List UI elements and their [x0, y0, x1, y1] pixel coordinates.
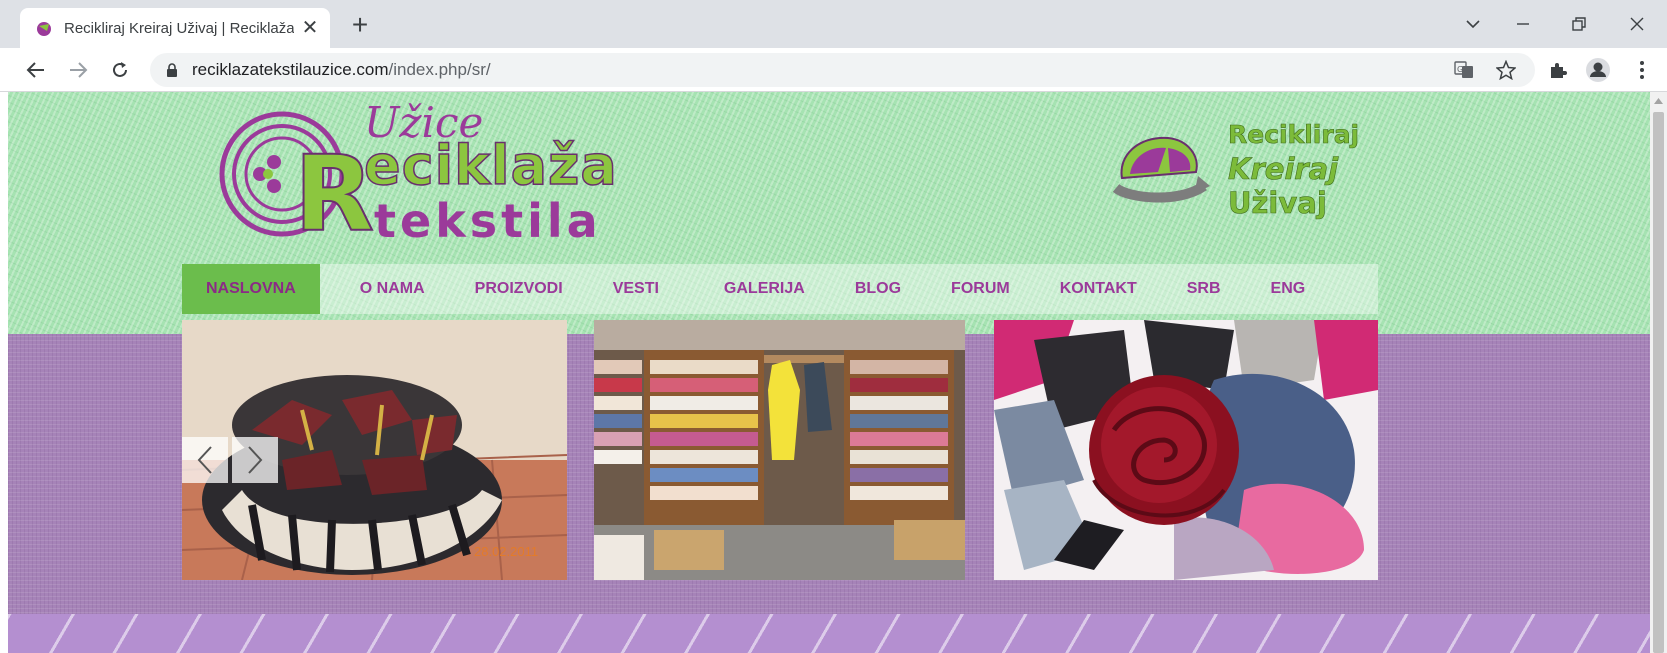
minimize-icon[interactable]: [1508, 10, 1538, 38]
reload-icon[interactable]: [106, 56, 134, 84]
close-window-icon[interactable]: [1622, 10, 1652, 38]
back-arrow-icon[interactable]: [22, 56, 50, 84]
new-tab-button[interactable]: +: [346, 11, 374, 40]
scroll-up-arrow-icon[interactable]: [1650, 92, 1667, 109]
logo-line-tekstila: tekstila: [374, 194, 602, 248]
slogan-logo: Recikliraj Kreiraj Uživaj: [1108, 118, 1360, 228]
url-host: reciklazatekstilauzice.com: [192, 60, 389, 79]
browser-tab[interactable]: Recikliraj Kreiraj Uživaj | Reciklaža ✕: [20, 8, 330, 48]
tab-title: Recikliraj Kreiraj Uživaj | Reciklaža: [64, 19, 294, 37]
site-logo[interactable]: Užice R eciklaža tekstila: [216, 98, 656, 248]
page-viewport: Užice R eciklaža tekstila Recikliraj Kre…: [0, 92, 1667, 653]
scrollbar-thumb[interactable]: [1653, 112, 1664, 653]
nav-naslovna[interactable]: NASLOVNA: [182, 264, 320, 314]
slogan-kreiraj: Kreiraj: [1228, 152, 1339, 187]
nav-proizvodi[interactable]: PROIZVODI: [450, 264, 588, 314]
browser-toolbar: reciklazatekstilauzice.com/index.php/sr/…: [0, 48, 1667, 92]
nav-srb[interactable]: SRB: [1162, 264, 1246, 314]
translate-icon[interactable]: G: [1450, 56, 1478, 84]
logo-big-letter: R: [293, 133, 375, 255]
bookmark-star-icon[interactable]: [1492, 56, 1520, 84]
wavy-border-decoration: [8, 614, 1650, 653]
profile-avatar-icon[interactable]: [1584, 56, 1612, 84]
slider-next-button[interactable]: [232, 437, 278, 483]
page: Užice R eciklaža tekstila Recikliraj Kre…: [8, 92, 1650, 653]
nav-eng[interactable]: ENG: [1246, 264, 1331, 314]
chevron-left-icon: [197, 446, 212, 474]
lock-icon[interactable]: [164, 62, 180, 78]
chevron-right-icon: [248, 446, 263, 474]
browser-tabstrip: Recikliraj Kreiraj Uživaj | Reciklaža ✕ …: [0, 0, 1667, 48]
main-nav: NASLOVNA O NAMA PROIZVODI VESTI GALERIJA…: [182, 264, 1378, 314]
restore-icon[interactable]: [1564, 10, 1594, 38]
slide-image-2[interactable]: [594, 320, 965, 580]
close-tab-icon[interactable]: ✕: [300, 18, 320, 38]
address-bar[interactable]: reciklazatekstilauzice.com/index.php/sr/: [150, 53, 1535, 87]
recycle-iron-icon: [1112, 136, 1210, 203]
nav-galerija[interactable]: GALERIJA: [684, 264, 830, 314]
extensions-puzzle-icon[interactable]: [1544, 56, 1572, 84]
nav-forum[interactable]: FORUM: [926, 264, 1035, 314]
slogan-uzivaj: Uživaj: [1228, 186, 1327, 221]
site-favicon-icon: [34, 18, 54, 38]
nav-blog[interactable]: BLOG: [830, 264, 926, 314]
url-path: /index.php/sr/: [388, 60, 491, 79]
nav-kontakt[interactable]: KONTAKT: [1035, 264, 1162, 314]
slide-image-3[interactable]: [994, 320, 1378, 580]
logo-line-reciklaza: eciklaža: [363, 133, 618, 198]
photo-date-stamp: 28.02.2011: [474, 544, 538, 559]
slogan-recikliraj: Recikliraj: [1228, 120, 1360, 150]
tab-search-chevron-icon[interactable]: [1458, 10, 1488, 38]
browser-menu-icon[interactable]: [1628, 56, 1656, 84]
slogan-text: Recikliraj Kreiraj Uživaj: [1228, 118, 1360, 221]
nav-o-nama[interactable]: O NAMA: [320, 264, 450, 314]
svg-text:G: G: [1457, 65, 1463, 74]
nav-vesti[interactable]: VESTI: [588, 264, 684, 314]
page-scrollbar[interactable]: [1650, 92, 1667, 653]
slider-prev-button[interactable]: [182, 437, 228, 483]
forward-arrow-icon[interactable]: [64, 56, 92, 84]
